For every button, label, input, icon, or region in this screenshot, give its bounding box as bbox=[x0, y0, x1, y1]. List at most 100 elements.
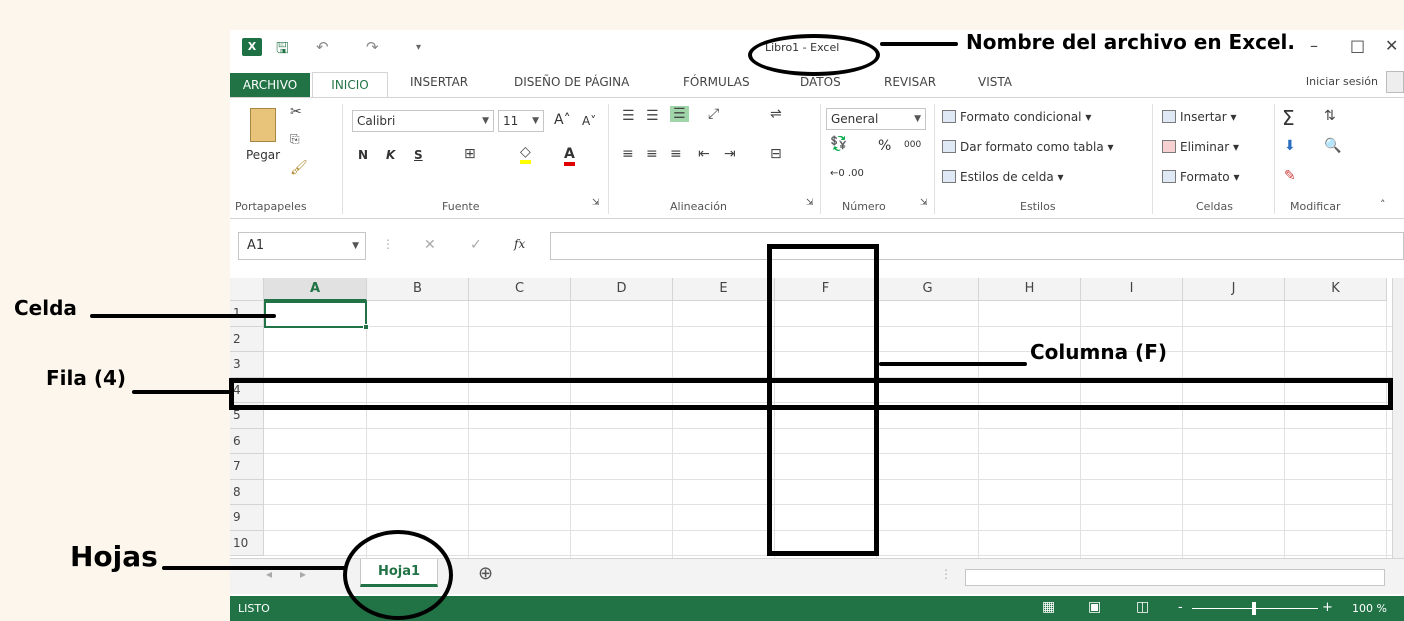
active-cell[interactable] bbox=[264, 301, 369, 330]
cancel-icon[interactable]: ✕ bbox=[424, 237, 436, 253]
insert-function-icon[interactable]: fx bbox=[514, 237, 525, 251]
formula-input[interactable] bbox=[550, 232, 1404, 260]
column-header-d[interactable]: D bbox=[571, 278, 673, 301]
borders-icon[interactable]: ⊞ bbox=[464, 146, 476, 162]
row-header-3[interactable]: 3 bbox=[230, 352, 264, 378]
format-as-table-button[interactable]: Dar formato como tabla ▾ bbox=[942, 140, 1114, 154]
font-color-icon[interactable]: A bbox=[564, 146, 575, 166]
tab-home[interactable]: INICIO bbox=[312, 72, 388, 99]
fill-handle[interactable] bbox=[363, 324, 369, 330]
cell-styles-button[interactable]: Estilos de celda ▾ bbox=[942, 170, 1064, 184]
orientation-icon[interactable]: ⤢ bbox=[708, 106, 719, 122]
sign-in-link[interactable]: Iniciar sesión bbox=[1306, 75, 1378, 88]
delete-cells-button[interactable]: Eliminar ▾ bbox=[1162, 140, 1239, 154]
paste-button[interactable]: Pegar bbox=[246, 148, 280, 162]
find-select-icon[interactable]: 🔍 bbox=[1324, 138, 1341, 154]
row-header-9[interactable]: 9 bbox=[230, 505, 264, 531]
horizontal-scrollbar[interactable] bbox=[965, 569, 1385, 586]
zoom-level[interactable]: 100 % bbox=[1352, 602, 1387, 615]
vertical-scrollbar[interactable] bbox=[1392, 278, 1404, 558]
tab-formulas[interactable]: FÓRMULAS bbox=[683, 75, 750, 89]
row-header-2[interactable]: 2 bbox=[230, 326, 264, 352]
increase-decimal-icon[interactable]: ←0 .00 bbox=[830, 168, 864, 179]
autosum-button[interactable]: Σ bbox=[1282, 106, 1295, 130]
dialog-launcher-icon[interactable]: ⇲ bbox=[592, 198, 600, 208]
page-break-view-icon[interactable]: ◫ bbox=[1136, 599, 1149, 615]
clear-icon[interactable]: ✎ bbox=[1284, 168, 1296, 184]
tab-data[interactable]: DATOS bbox=[800, 75, 841, 89]
save-icon[interactable]: 🖫 bbox=[276, 38, 289, 63]
conditional-format-button[interactable]: Formato condicional ▾ bbox=[942, 110, 1091, 124]
align-left-icon[interactable]: ≡ bbox=[622, 146, 634, 162]
fill-color-icon[interactable]: ◇ bbox=[520, 144, 531, 164]
dialog-launcher-icon[interactable]: ⇲ bbox=[806, 198, 814, 208]
decrease-indent-icon[interactable]: ⇤ bbox=[698, 146, 710, 162]
font-name-combo[interactable]: Calibri ▼ bbox=[352, 110, 494, 132]
align-center-icon[interactable]: ≡ bbox=[646, 146, 658, 162]
customize-toolbar-icon[interactable]: ▾ bbox=[416, 42, 421, 53]
italic-button[interactable]: K bbox=[386, 148, 395, 162]
tab-page-layout[interactable]: DISEÑO DE PÁGINA bbox=[514, 75, 629, 89]
tab-review[interactable]: REVISAR bbox=[884, 75, 936, 89]
increase-indent-icon[interactable]: ⇥ bbox=[724, 146, 736, 162]
currency-icon[interactable]: 💱 bbox=[830, 136, 847, 152]
align-middle-icon[interactable]: ☰ bbox=[646, 108, 659, 124]
column-header-h[interactable]: H bbox=[979, 278, 1081, 301]
user-avatar-icon[interactable] bbox=[1386, 71, 1404, 93]
column-header-c[interactable]: C bbox=[469, 278, 571, 301]
row-header-10[interactable]: 10 bbox=[230, 530, 264, 556]
ribbon-separator bbox=[342, 104, 343, 214]
maximize-button[interactable]: □ bbox=[1350, 36, 1365, 55]
align-right-icon[interactable]: ≡ bbox=[670, 146, 682, 162]
sort-filter-icon[interactable]: ⇅ bbox=[1324, 108, 1336, 124]
redo-icon[interactable]: ↷ bbox=[366, 38, 379, 56]
column-header-i[interactable]: I bbox=[1081, 278, 1183, 301]
tab-file[interactable]: ARCHIVO bbox=[230, 73, 310, 97]
grow-font-icon[interactable]: A˄ bbox=[554, 112, 571, 128]
close-button[interactable]: ✕ bbox=[1385, 36, 1398, 55]
row-header-6[interactable]: 6 bbox=[230, 428, 264, 454]
column-header-e[interactable]: E bbox=[673, 278, 775, 301]
name-box[interactable]: A1 ▼ bbox=[238, 232, 366, 260]
zoom-slider-thumb[interactable] bbox=[1252, 602, 1256, 615]
copy-icon[interactable]: ⎘ bbox=[290, 132, 300, 147]
paste-icon[interactable] bbox=[250, 108, 276, 142]
font-size-combo[interactable]: 11 ▼ bbox=[498, 110, 544, 132]
wrap-text-icon[interactable]: ⇌ bbox=[770, 106, 782, 122]
enter-icon[interactable]: ✓ bbox=[470, 237, 482, 253]
column-header-b[interactable]: B bbox=[367, 278, 469, 301]
minimize-button[interactable]: – bbox=[1310, 36, 1318, 55]
zoom-in-button[interactable]: + bbox=[1322, 600, 1333, 615]
dialog-launcher-icon[interactable]: ⇲ bbox=[920, 198, 928, 208]
bold-button[interactable]: N bbox=[358, 148, 368, 162]
zoom-out-button[interactable]: - bbox=[1178, 600, 1183, 615]
format-painter-icon[interactable]: 🖌 bbox=[290, 160, 308, 176]
underline-button[interactable]: S bbox=[414, 148, 423, 162]
row-header-7[interactable]: 7 bbox=[230, 454, 264, 480]
shrink-font-icon[interactable]: A˅ bbox=[582, 114, 596, 128]
number-format-combo[interactable]: General ▼ bbox=[826, 108, 926, 130]
select-all-corner[interactable] bbox=[230, 278, 264, 301]
column-header-a[interactable]: A bbox=[264, 278, 367, 301]
tab-insert[interactable]: INSERTAR bbox=[410, 75, 468, 89]
format-cells-button[interactable]: Formato ▾ bbox=[1162, 170, 1239, 184]
thousands-button[interactable]: 000 bbox=[904, 140, 921, 150]
cut-icon[interactable]: ✂ bbox=[290, 104, 302, 120]
merge-center-icon[interactable]: ⊟ bbox=[770, 146, 782, 162]
insert-cells-button[interactable]: Insertar ▾ bbox=[1162, 110, 1237, 124]
percent-button[interactable]: % bbox=[878, 138, 891, 154]
align-top-icon[interactable]: ☰ bbox=[622, 108, 635, 124]
column-header-k[interactable]: K bbox=[1285, 278, 1387, 301]
normal-view-icon[interactable]: ▦ bbox=[1042, 599, 1055, 615]
column-header-g[interactable]: G bbox=[877, 278, 979, 301]
chevron-down-icon: ▼ bbox=[482, 116, 489, 126]
collapse-ribbon-icon[interactable]: ˄ bbox=[1380, 198, 1386, 211]
undo-icon[interactable]: ↶ bbox=[316, 38, 329, 56]
tab-view[interactable]: VISTA bbox=[978, 75, 1012, 89]
fill-icon[interactable]: ⬇ bbox=[1284, 138, 1296, 154]
align-bottom-icon[interactable]: ☰ bbox=[670, 106, 689, 122]
add-sheet-button[interactable]: ⊕ bbox=[478, 563, 493, 584]
column-header-j[interactable]: J bbox=[1183, 278, 1285, 301]
page-layout-view-icon[interactable]: ▣ bbox=[1088, 599, 1101, 615]
row-header-8[interactable]: 8 bbox=[230, 479, 264, 505]
